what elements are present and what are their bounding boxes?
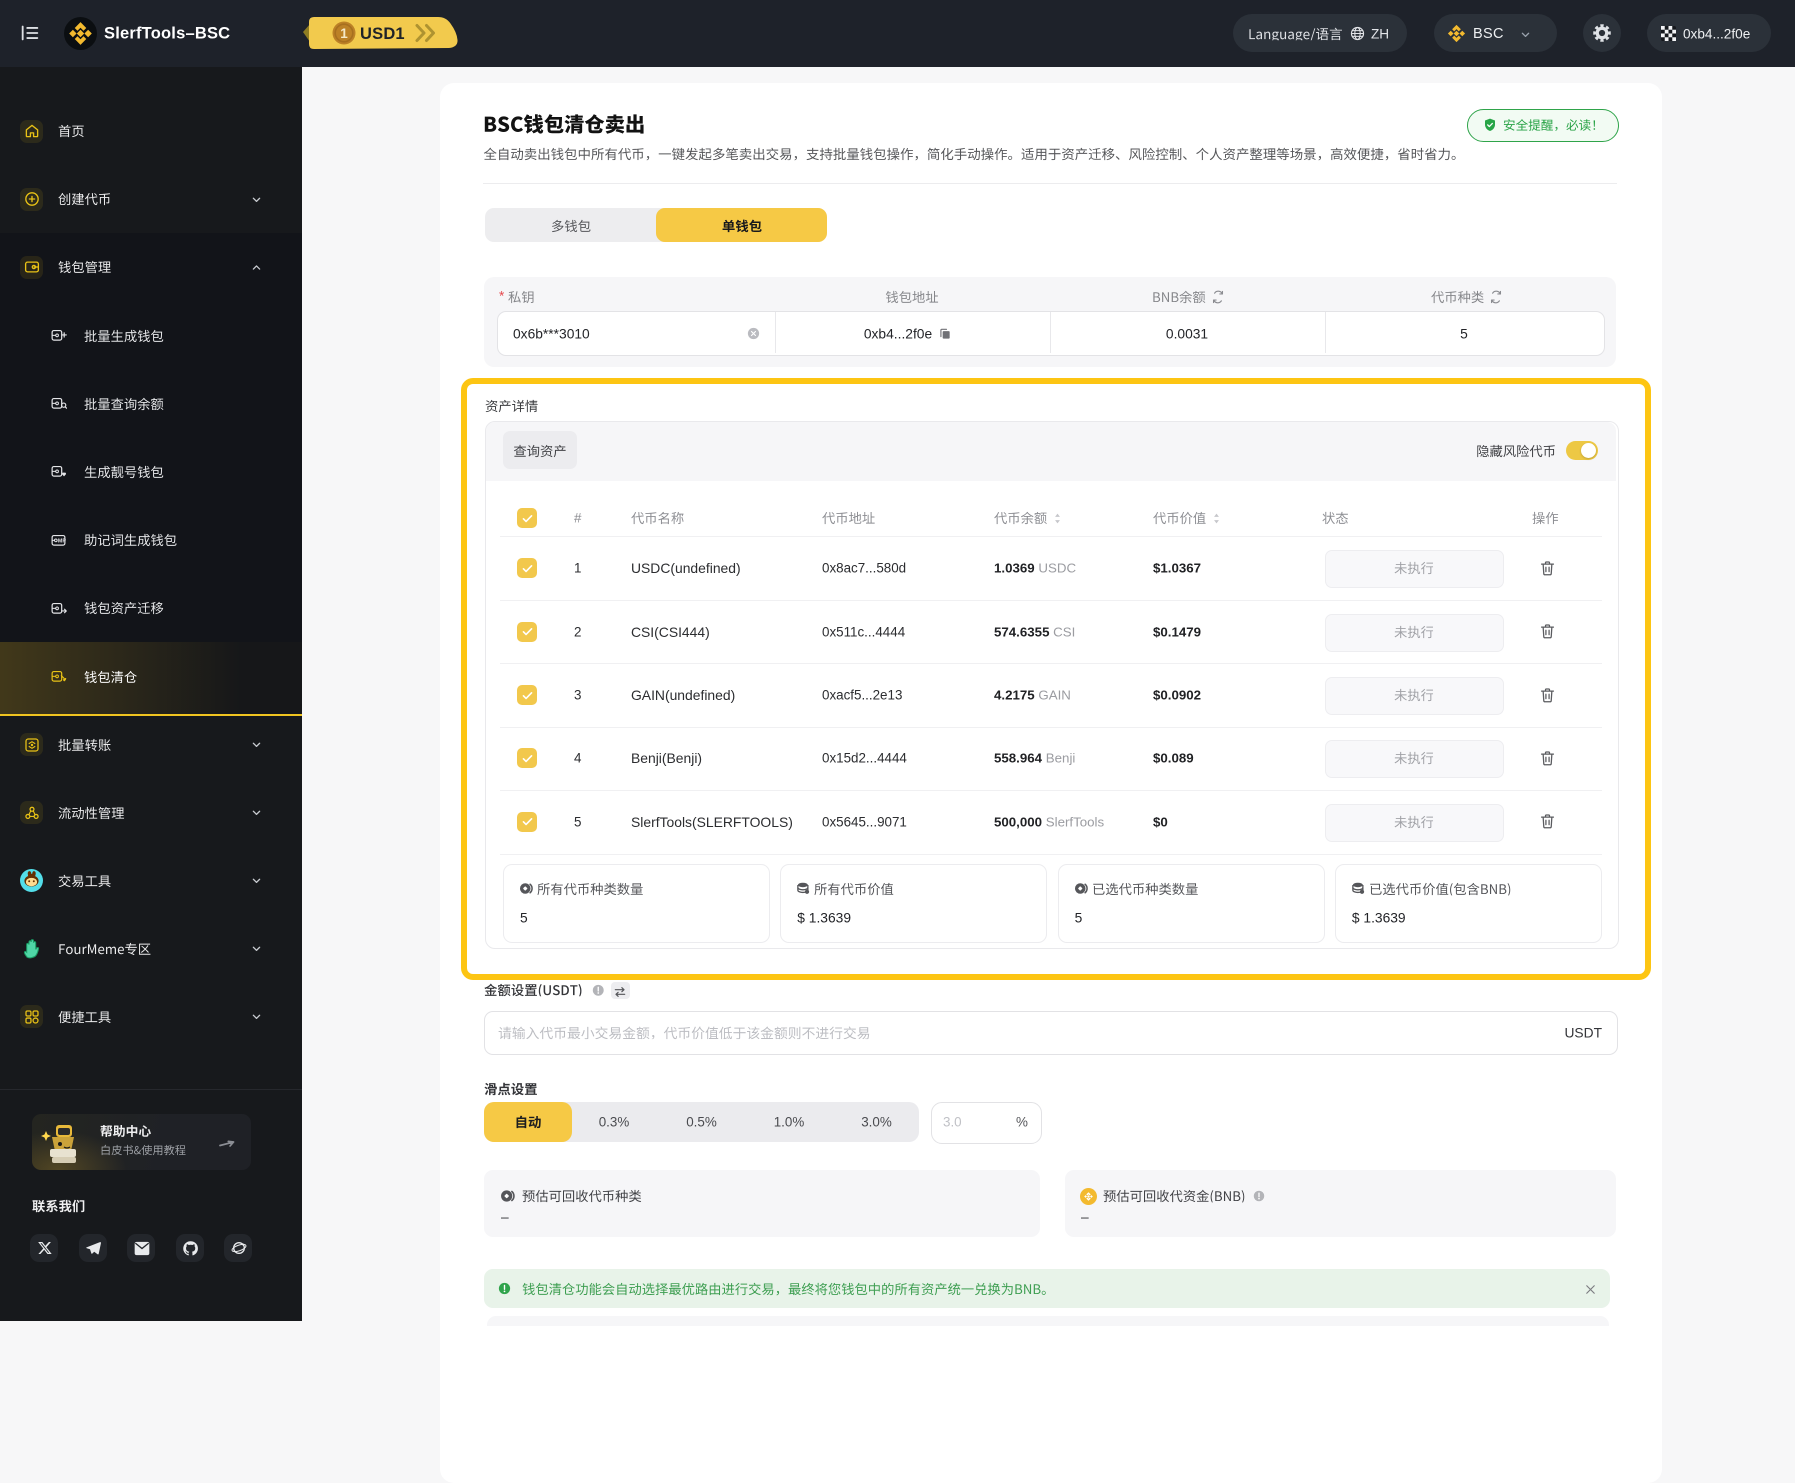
svg-text:USD1: USD1 bbox=[360, 25, 405, 43]
svg-text:1: 1 bbox=[340, 26, 348, 41]
svg-text:MP: MP bbox=[58, 538, 66, 544]
